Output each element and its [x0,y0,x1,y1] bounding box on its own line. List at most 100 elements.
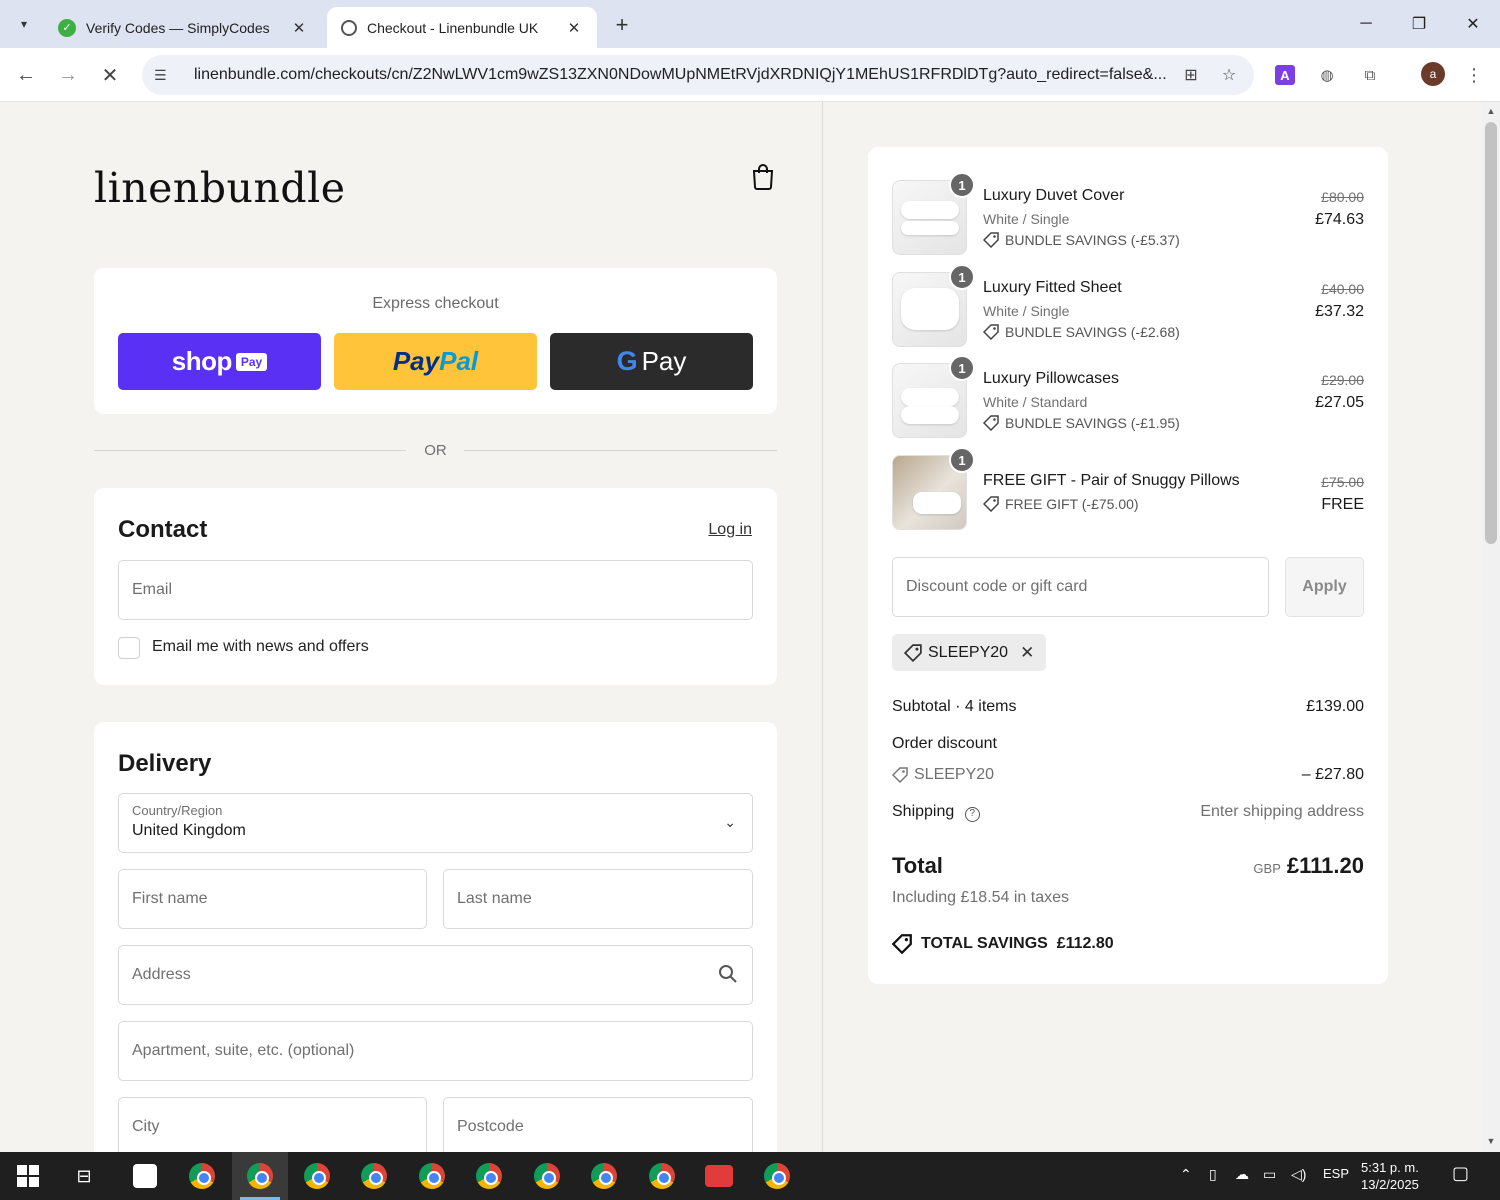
total-row: Total GBP £111.20 [892,853,1364,879]
or-text: OR [424,442,447,459]
chrome-taskbar-icon[interactable] [531,1160,563,1192]
apply-discount-button[interactable]: Apply [1285,557,1364,617]
tag-icon [983,415,999,431]
google-g-icon: G [616,346,638,376]
postcode-placeholder: Postcode [457,1118,524,1135]
stack-app-icon[interactable] [703,1160,735,1192]
url-text[interactable]: linenbundle.com/checkouts/cn/Z2NwLWV1cm9… [194,66,1166,84]
browser-menu-kebab-icon[interactable]: ⋮ [1461,62,1487,88]
device-icon[interactable]: ▯ [1209,1166,1217,1183]
item-variant: White / Standard [983,394,1088,410]
browser-tab-bar: ▾ ✓ Verify Codes — SimplyCodes ✕ Checkou… [0,0,1500,48]
scroll-down-icon[interactable]: ▼ [1482,1136,1500,1146]
quantity-badge: 1 [949,172,975,198]
globe-extension-icon[interactable]: ◍ [1314,62,1340,88]
extensions-puzzle-icon[interactable]: ⧉ [1357,62,1383,88]
item-original-price: £80.00 [1321,189,1364,205]
subtotal-row: Subtotal · 4 items £139.00 [892,698,1364,716]
forward-arrow-icon[interactable]: → [54,61,82,89]
shopping-bag-icon[interactable] [751,162,775,190]
apartment-field[interactable]: Apartment, suite, etc. (optional) [118,1021,753,1081]
network-icon[interactable]: ▭ [1263,1166,1276,1183]
delivery-title: Delivery [118,750,212,777]
close-window-icon[interactable]: ✕ [1453,10,1493,38]
shipping-value: Enter shipping address [1200,803,1364,820]
task-view-icon[interactable]: ⊟ [68,1160,100,1192]
scrollbar-thumb[interactable] [1485,122,1497,544]
bookmark-star-icon[interactable]: ☆ [1216,65,1242,85]
shipping-label: Shipping [892,803,955,820]
chrome-taskbar-icon[interactable] [186,1160,218,1192]
linenbundle-logo[interactable]: linenbundle [94,164,345,212]
back-arrow-icon[interactable]: ← [12,61,40,89]
help-question-icon[interactable]: ? [964,807,980,822]
order-discount-code: SLEEPY20 [892,766,1364,784]
item-saving-text: BUNDLE SAVINGS (-£5.37) [1005,232,1180,248]
item-saving-text: FREE GIFT (-£75.00) [1005,496,1139,512]
chrome-taskbar-icon[interactable] [646,1160,678,1192]
chrome-taskbar-icon[interactable] [358,1160,390,1192]
item-saving: BUNDLE SAVINGS (-£5.37) [983,232,1180,248]
tab-simplycodes[interactable]: ✓ Verify Codes — SimplyCodes ✕ [44,7,322,48]
order-discount-value: – £27.80 [1301,766,1364,783]
site-settings-icon[interactable]: ☰ [154,67,176,84]
newsletter-checkbox[interactable] [118,637,140,659]
chrome-taskbar-icon[interactable] [416,1160,448,1192]
shop-pay-badge: Pay [235,352,268,371]
taskbar-clock[interactable]: 5:31 p. m. 13/2/2025 [1361,1159,1419,1193]
email-field[interactable]: Email [118,560,753,620]
loading-favicon-icon [341,19,357,36]
chrome-taskbar-icon[interactable] [761,1160,793,1192]
scroll-up-icon[interactable]: ▲ [1482,106,1500,116]
newsletter-label[interactable]: Email me with news and offers [152,638,369,656]
profile-avatar[interactable]: a [1421,62,1445,86]
tab-close-icon[interactable]: ✕ [290,19,308,37]
shop-pay-button[interactable]: shop Pay [118,333,321,390]
volume-icon[interactable]: ◁) [1291,1166,1306,1183]
chrome-taskbar-icon[interactable] [588,1160,620,1192]
remove-code-close-icon[interactable]: ✕ [1020,643,1034,663]
country-region-select[interactable]: Country/Region United Kingdom ⌄ [118,793,753,853]
translate-icon[interactable]: ⊞ [1178,65,1204,85]
line-item: 1 Luxury Duvet Cover White / Single BUND… [892,172,1364,260]
postcode-field[interactable]: Postcode [443,1097,753,1152]
google-pay-button[interactable]: G Pay [550,333,753,390]
first-name-field[interactable]: First name [118,869,427,929]
chrome-taskbar-icon[interactable] [473,1160,505,1192]
restore-icon[interactable]: ❐ [1399,10,1439,38]
tab-search-chevron-icon[interactable]: ▾ [10,10,38,38]
pen-app-icon[interactable] [129,1160,161,1192]
total-amount: £111.20 [1286,853,1364,878]
item-variant: White / Single [983,303,1070,319]
language-indicator[interactable]: ESP [1323,1166,1349,1181]
item-price: FREE [1321,496,1364,513]
search-icon[interactable] [718,964,738,984]
discount-code-input[interactable]: Discount code or gift card [892,557,1269,617]
or-divider: OR [94,440,777,460]
checkout-main-column: linenbundle Express checkout shop Pay Pa… [0,102,822,1152]
paypal-button[interactable]: Pay Pal [334,333,537,390]
show-hidden-icons-chevron-up-icon[interactable]: ⌃ [1180,1166,1192,1183]
chrome-taskbar-icon[interactable] [301,1160,333,1192]
contact-card: Contact Log in Email Email me with news … [94,488,777,685]
log-in-link[interactable]: Log in [708,521,752,539]
notifications-icon[interactable]: ▢ [1452,1163,1469,1184]
city-field[interactable]: City [118,1097,427,1152]
total-value-group: GBP £111.20 [1253,853,1364,879]
new-tab-plus-icon[interactable]: + [608,11,636,39]
last-name-field[interactable]: Last name [443,869,753,929]
item-original-price: £75.00 [1321,474,1364,490]
address-bar[interactable]: ☰ linenbundle.com/checkouts/cn/Z2NwLWV1c… [142,55,1254,95]
windows-start-icon[interactable] [17,1165,39,1187]
tab-close-icon[interactable]: ✕ [565,19,583,37]
stop-loading-icon[interactable]: ✕ [96,61,124,89]
chrome-taskbar-icon[interactable] [244,1160,276,1192]
page-scrollbar[interactable]: ▲ ▼ [1482,102,1500,1152]
chrome-icon [649,1163,675,1189]
onedrive-cloud-icon[interactable]: ☁ [1235,1166,1249,1183]
minimize-icon[interactable]: ─ [1346,10,1386,38]
address-field[interactable]: Address [118,945,753,1005]
snuggy-pillow-image [913,492,961,514]
tab-linenbundle-checkout[interactable]: Checkout - Linenbundle UK ✕ [327,7,597,48]
extension-a-icon[interactable]: A [1275,65,1295,85]
